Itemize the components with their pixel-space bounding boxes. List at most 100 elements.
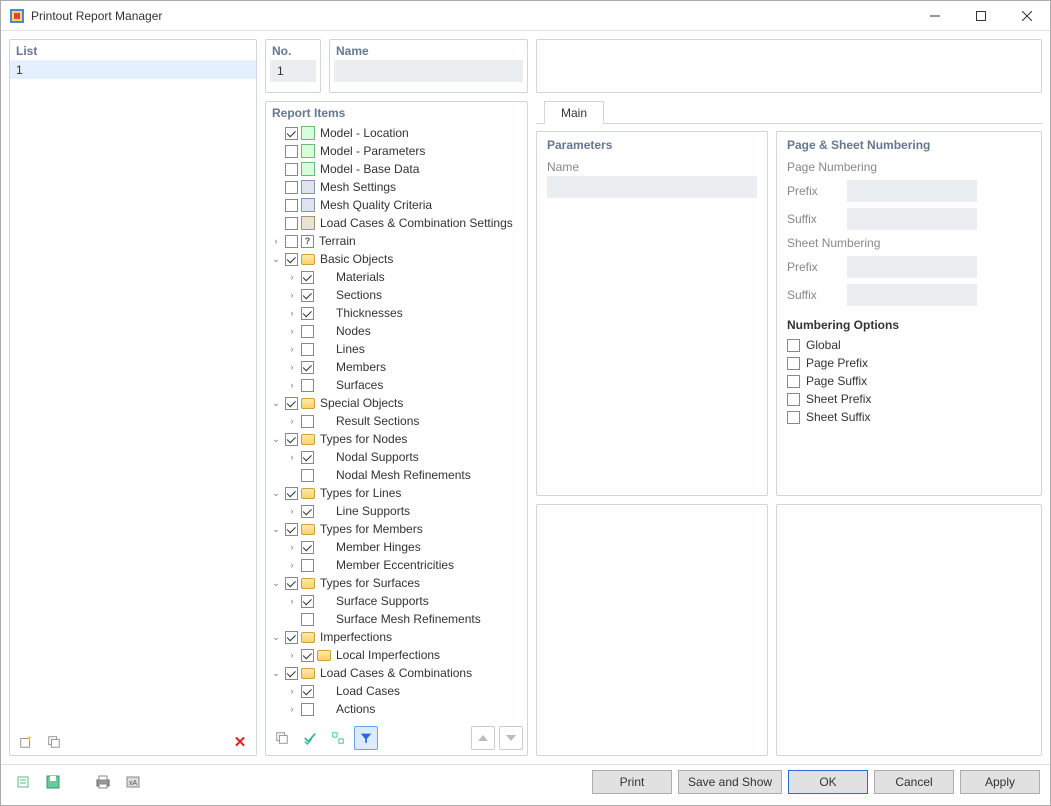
chevron-icon[interactable]: [286, 325, 298, 337]
chevron-icon[interactable]: [270, 397, 282, 409]
tree-row[interactable]: Load Cases & Combinations: [270, 664, 527, 682]
chevron-icon[interactable]: [286, 595, 298, 607]
chevron-icon[interactable]: [286, 307, 298, 319]
tree-row[interactable]: Surface Supports: [270, 592, 527, 610]
checkbox[interactable]: [301, 289, 314, 302]
ok-button[interactable]: OK: [788, 770, 868, 794]
checkbox[interactable]: [301, 361, 314, 374]
chevron-icon[interactable]: [270, 631, 282, 643]
tree-row[interactable]: Nodes: [270, 322, 527, 340]
checkbox[interactable]: [285, 253, 298, 266]
chevron-icon[interactable]: [270, 523, 282, 535]
tree-row[interactable]: Mesh Quality Criteria: [270, 196, 527, 214]
tree-row[interactable]: Load Cases & Combination Settings: [270, 214, 527, 232]
checkbox[interactable]: [285, 397, 298, 410]
checkbox[interactable]: [285, 487, 298, 500]
tree-row[interactable]: Basic Objects: [270, 250, 527, 268]
chevron-icon[interactable]: [270, 433, 282, 445]
tree-row[interactable]: Types for Lines: [270, 484, 527, 502]
tree-row[interactable]: Member Eccentricities: [270, 556, 527, 574]
tree-row[interactable]: Load Cases: [270, 682, 527, 700]
numbering-option[interactable]: Sheet Suffix: [787, 410, 1031, 424]
save-show-button[interactable]: Save and Show: [678, 770, 782, 794]
checkbox[interactable]: [301, 343, 314, 356]
tree-row[interactable]: Result Sections: [270, 412, 527, 430]
minimize-button[interactable]: [912, 1, 958, 31]
tree-scroll[interactable]: Model - LocationModel - ParametersModel …: [266, 124, 527, 721]
chevron-icon[interactable]: [270, 667, 282, 679]
checkbox[interactable]: [301, 505, 314, 518]
tree-row[interactable]: ?Terrain: [270, 232, 527, 250]
checkbox[interactable]: [301, 559, 314, 572]
chevron-icon[interactable]: [286, 703, 298, 715]
checkbox[interactable]: [301, 469, 314, 482]
chevron-icon[interactable]: [286, 451, 298, 463]
language-button[interactable]: xA: [121, 770, 145, 794]
move-up-button[interactable]: [471, 726, 495, 750]
tree-row[interactable]: Actions: [270, 700, 527, 718]
maximize-button[interactable]: [958, 1, 1004, 31]
copy-list-button[interactable]: [42, 730, 66, 754]
checkbox[interactable]: [787, 411, 800, 424]
tree-row[interactable]: Thicknesses: [270, 304, 527, 322]
checkbox[interactable]: [301, 703, 314, 716]
tree-row[interactable]: Surfaces: [270, 376, 527, 394]
tree-row[interactable]: Members: [270, 358, 527, 376]
checkbox[interactable]: [301, 541, 314, 554]
tree-row[interactable]: Types for Nodes: [270, 430, 527, 448]
close-button[interactable]: [1004, 1, 1050, 31]
checkbox[interactable]: [285, 145, 298, 158]
name-input[interactable]: [334, 60, 523, 82]
printer-button[interactable]: [91, 770, 115, 794]
tree-row[interactable]: Types for Surfaces: [270, 574, 527, 592]
chevron-icon[interactable]: [270, 577, 282, 589]
checkbox[interactable]: [787, 393, 800, 406]
chevron-icon[interactable]: [270, 235, 282, 247]
chevron-icon[interactable]: [286, 343, 298, 355]
tree-row[interactable]: Member Hinges: [270, 538, 527, 556]
delete-list-button[interactable]: ✕: [228, 730, 252, 754]
tree-row[interactable]: Line Supports: [270, 502, 527, 520]
chevron-icon[interactable]: [286, 505, 298, 517]
checkbox[interactable]: [787, 357, 800, 370]
checkbox[interactable]: [285, 181, 298, 194]
tree-row[interactable]: Lines: [270, 340, 527, 358]
numbering-option[interactable]: Global: [787, 338, 1031, 352]
param-name-field[interactable]: [547, 176, 757, 198]
tree-row[interactable]: Local Imperfections: [270, 646, 527, 664]
tree-row[interactable]: Nodal Mesh Refinements: [270, 466, 527, 484]
chevron-icon[interactable]: [270, 253, 282, 265]
tree-row[interactable]: Mesh Settings: [270, 178, 527, 196]
checkbox[interactable]: [301, 595, 314, 608]
tree-row[interactable]: Special Objects: [270, 394, 527, 412]
chevron-icon[interactable]: [286, 685, 298, 697]
sheet-suffix-field[interactable]: [847, 284, 977, 306]
checkbox[interactable]: [301, 685, 314, 698]
check-all-button[interactable]: [298, 726, 322, 750]
tree-row[interactable]: Nodal Supports: [270, 448, 527, 466]
checkbox[interactable]: [301, 649, 314, 662]
page-suffix-field[interactable]: [847, 208, 977, 230]
tab-main[interactable]: Main: [544, 101, 604, 124]
print-button[interactable]: Print: [592, 770, 672, 794]
save-report-button[interactable]: [41, 770, 65, 794]
uncheck-all-button[interactable]: [326, 726, 350, 750]
tree-row[interactable]: Types for Members: [270, 520, 527, 538]
checkbox[interactable]: [285, 163, 298, 176]
tree-row[interactable]: Sections: [270, 286, 527, 304]
filter-button[interactable]: [354, 726, 378, 750]
checkbox[interactable]: [301, 415, 314, 428]
export-print-button[interactable]: [11, 770, 35, 794]
chevron-icon[interactable]: [286, 379, 298, 391]
checkbox[interactable]: [301, 613, 314, 626]
checkbox[interactable]: [301, 271, 314, 284]
checkbox[interactable]: [787, 339, 800, 352]
chevron-icon[interactable]: [286, 289, 298, 301]
numbering-option[interactable]: Page Suffix: [787, 374, 1031, 388]
move-down-button[interactable]: [499, 726, 523, 750]
checkbox[interactable]: [285, 631, 298, 644]
tree-row[interactable]: Surface Mesh Refinements: [270, 610, 527, 628]
checkbox[interactable]: [285, 667, 298, 680]
chevron-icon[interactable]: [286, 361, 298, 373]
tree-row[interactable]: Materials: [270, 268, 527, 286]
